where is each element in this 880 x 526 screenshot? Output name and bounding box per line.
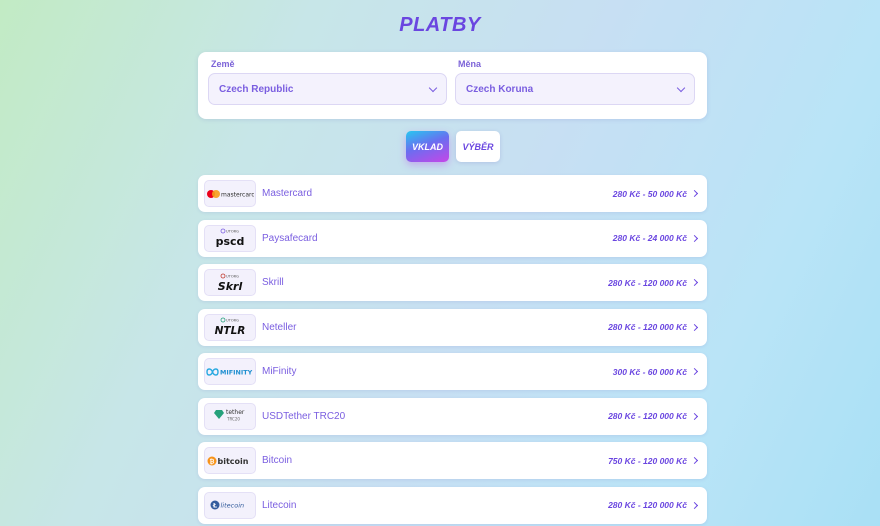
- filters-panel: Země Czech Republic Měna Czech Koruna: [198, 52, 707, 119]
- method-name: MiFinity: [262, 366, 297, 377]
- litecoin-logo-icon: Ł litecoin: [204, 491, 256, 519]
- chevron-right-icon: [690, 278, 699, 287]
- chevron-right-icon: [690, 501, 699, 509]
- country-select[interactable]: Czech Republic: [208, 73, 447, 105]
- tether-logo-icon: tether TRC20: [204, 402, 256, 430]
- method-name: USDTether TRC20: [262, 410, 346, 422]
- chevron-right-icon: [690, 234, 699, 242]
- logo-text: mastercard: [221, 191, 254, 198]
- logo-text: pscd: [216, 235, 245, 248]
- payment-method-row[interactable]: MIFINITY MiFinity 300 Kč - 60 000 Kč: [198, 353, 707, 390]
- tab-deposit[interactable]: VKLAD: [406, 131, 449, 162]
- chevron-right-icon: [690, 367, 699, 376]
- chevron-right-icon: [690, 189, 699, 198]
- mifinity-logo-icon: MIFINITY: [204, 358, 256, 385]
- method-range: 280 Kč - 120 000 Kč: [608, 411, 687, 421]
- currency-field: Měna Czech Koruna: [455, 59, 695, 105]
- logo-sub-text: TRC20: [226, 417, 240, 422]
- page-title: PLATBY: [399, 14, 481, 36]
- logo-text: bitcoin: [218, 456, 249, 465]
- payment-method-row[interactable]: UTORG pscd Paysafecard 280 Kč - 24 000 K…: [198, 219, 707, 257]
- logo-top-text: UTORG: [226, 274, 239, 278]
- chevron-down-icon: [676, 83, 686, 92]
- neteller-logo-icon: UTORG NTLR: [204, 313, 256, 341]
- country-field: Země Czech Republic: [208, 59, 447, 105]
- chevron-down-icon: [428, 83, 438, 92]
- chevron-right-icon: [690, 412, 699, 420]
- tab-withdraw[interactable]: VÝBĚR: [456, 131, 500, 162]
- method-name: Mastercard: [262, 188, 313, 199]
- payment-method-row[interactable]: UTORG NTLR Neteller 280 Kč - 120 000 Kč: [198, 308, 707, 346]
- country-value: Czech Republic: [219, 83, 294, 95]
- method-range: 280 Kč - 24 000 Kč: [612, 233, 687, 243]
- method-range: 750 Kč - 120 000 Kč: [608, 455, 687, 466]
- paysafecard-logo-icon: UTORG pscd: [204, 224, 256, 252]
- method-name: Neteller: [262, 321, 297, 333]
- method-name: Paysafecard: [262, 232, 318, 244]
- logo-top-text: UTORG: [226, 319, 239, 323]
- logo-text: tether: [226, 409, 245, 416]
- chevron-right-icon: [690, 323, 699, 331]
- currency-value: Czech Koruna: [466, 83, 534, 95]
- logo-text: litecoin: [221, 502, 245, 510]
- currency-label: Měna: [458, 59, 482, 69]
- svg-text:₿: ₿: [210, 458, 215, 465]
- method-range: 280 Kč - 50 000 Kč: [612, 188, 687, 199]
- method-name: Skrill: [262, 277, 284, 288]
- method-range: 280 Kč - 120 000 Kč: [608, 277, 687, 288]
- method-range: 280 Kč - 120 000 Kč: [608, 322, 687, 332]
- method-name: Bitcoin: [262, 455, 293, 466]
- mastercard-logo-icon: mastercard: [204, 180, 256, 207]
- logo-text: MIFINITY: [220, 368, 253, 376]
- skrill-logo-icon: UTORG Skrl: [204, 269, 256, 296]
- deposit-withdraw-toggle: VKLAD VÝBĚR: [406, 131, 500, 162]
- payment-method-row[interactable]: tether TRC20 USDTether TRC20 280 Kč - 12…: [198, 397, 707, 435]
- method-range: 300 Kč - 60 000 Kč: [612, 366, 687, 377]
- method-range: 280 Kč - 120 000 Kč: [608, 500, 687, 510]
- logo-text: Skrl: [218, 280, 243, 293]
- logo-text: NTLR: [215, 325, 246, 337]
- svg-text:Ł: Ł: [212, 502, 217, 510]
- country-label: Země: [211, 59, 235, 69]
- payment-method-row[interactable]: mastercard Mastercard 280 Kč - 50 000 Kč: [198, 175, 707, 212]
- logo-top-text: UTORG: [226, 230, 239, 234]
- method-name: Litecoin: [262, 499, 297, 511]
- currency-select[interactable]: Czech Koruna: [455, 73, 695, 105]
- bitcoin-logo-icon: ₿ bitcoin: [204, 447, 256, 474]
- payment-methods-list: mastercard Mastercard 280 Kč - 50 000 Kč…: [198, 175, 707, 526]
- payment-method-row[interactable]: ₿ bitcoin Bitcoin 750 Kč - 120 000 Kč: [198, 442, 707, 479]
- payment-method-row[interactable]: UTORG Skrl Skrill 280 Kč - 120 000 Kč: [198, 264, 707, 301]
- payment-method-row[interactable]: Ł litecoin Litecoin 280 Kč - 120 000 Kč: [198, 486, 707, 524]
- chevron-right-icon: [690, 456, 699, 465]
